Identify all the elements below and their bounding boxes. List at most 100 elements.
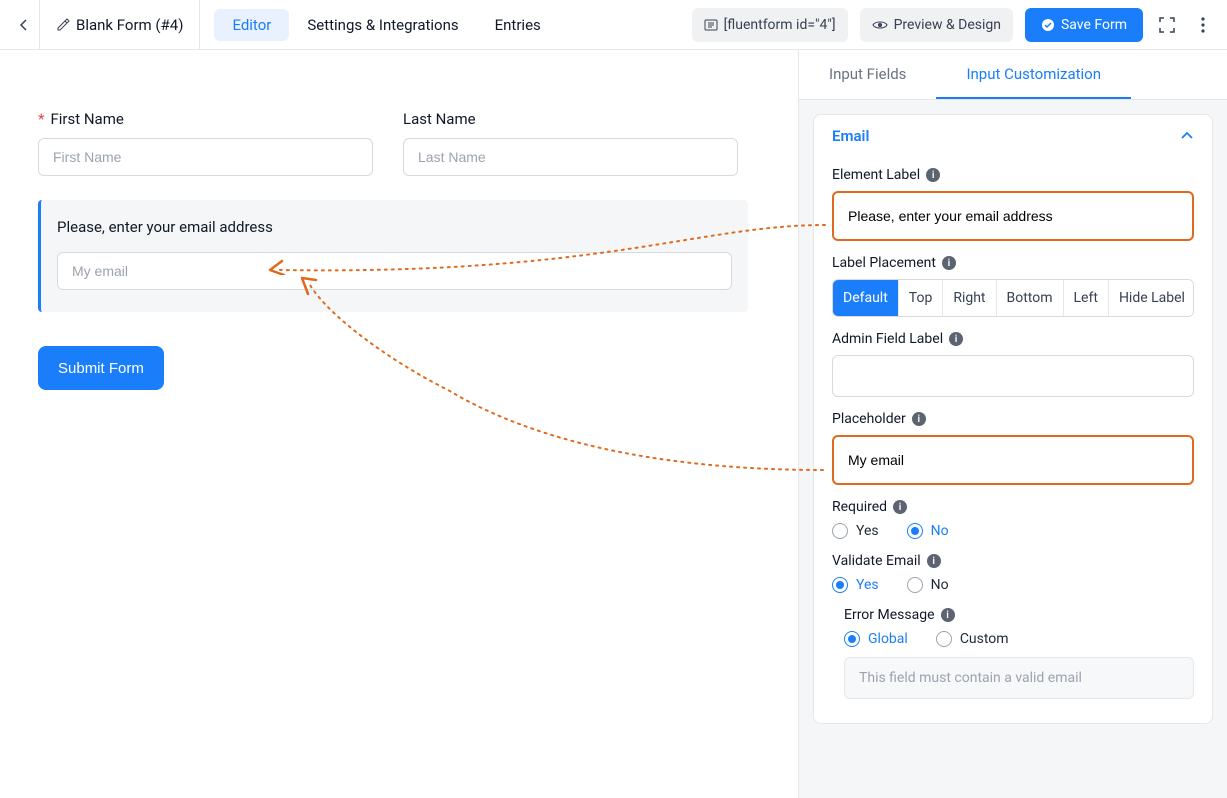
required-no-label: No (931, 523, 949, 539)
tab-input-fields[interactable]: Input Fields (799, 50, 936, 99)
label-placement-segments: Default Top Right Bottom Left Hide Label (832, 279, 1194, 317)
radio-icon (844, 631, 860, 647)
dots-vertical-icon (1201, 17, 1205, 33)
info-icon[interactable]: i (912, 412, 926, 426)
error-message-text: This field must contain a valid email (844, 657, 1194, 699)
placeholder-title: Placeholder (832, 411, 906, 427)
validate-yes[interactable]: Yes (832, 577, 879, 593)
group-placeholder: Placeholder i (832, 411, 1194, 485)
tab-input-customization[interactable]: Input Customization (936, 50, 1131, 99)
sidebar: Input Fields Input Customization Email E… (799, 50, 1227, 798)
error-global-label: Global (868, 631, 908, 647)
expand-icon (1158, 16, 1176, 34)
validate-title-wrap: Validate Email i (832, 553, 1194, 569)
shortcode-icon (704, 18, 718, 32)
preview-label: Preview & Design (894, 17, 1001, 33)
info-icon[interactable]: i (926, 168, 940, 182)
placeholder-title-wrap: Placeholder i (832, 411, 1194, 427)
sidebar-tabs: Input Fields Input Customization (799, 50, 1227, 100)
preview-button[interactable]: Preview & Design (860, 8, 1013, 42)
submit-button[interactable]: Submit Form (38, 346, 164, 390)
chevron-up-icon (1180, 131, 1194, 141)
required-radio-row: Yes No (832, 523, 1194, 539)
radio-icon (832, 577, 848, 593)
first-name-field: *First Name (38, 110, 373, 176)
form-canvas: *First Name Last Name Please, enter your… (0, 50, 799, 798)
radio-icon (907, 523, 923, 539)
radio-icon (832, 523, 848, 539)
top-tabs: Editor Settings & Integrations Entries (214, 0, 558, 49)
info-icon[interactable]: i (949, 332, 963, 346)
element-label-input[interactable] (832, 191, 1194, 241)
tab-settings[interactable]: Settings & Integrations (289, 9, 476, 41)
topbar: Blank Form (#4) Editor Settings & Integr… (0, 0, 1227, 50)
label-placement-title: Label Placement (832, 255, 936, 271)
required-title: Required (832, 499, 887, 515)
shortcode-text: [fluentform id="4"] (724, 17, 836, 33)
tab-editor[interactable]: Editor (214, 9, 289, 41)
last-name-input[interactable] (403, 138, 738, 176)
first-name-label: First Name (50, 110, 123, 128)
required-no[interactable]: No (907, 523, 949, 539)
last-name-field: Last Name (403, 110, 738, 176)
validate-title: Validate Email (832, 553, 921, 569)
save-label: Save Form (1061, 17, 1127, 33)
seg-hide[interactable]: Hide Label (1109, 280, 1194, 316)
top-right-actions: [fluentform id="4"] Preview & Design Sav… (692, 8, 1219, 42)
group-validate-email: Validate Email i Yes No (832, 553, 1194, 593)
seg-right[interactable]: Right (943, 280, 996, 316)
error-custom-label: Custom (960, 631, 1009, 647)
seg-default[interactable]: Default (833, 280, 899, 316)
form-title-wrap: Blank Form (#4) (40, 0, 200, 49)
form-title[interactable]: Blank Form (#4) (76, 16, 183, 34)
required-yes[interactable]: Yes (832, 523, 879, 539)
info-icon[interactable]: i (941, 608, 955, 622)
selected-email-block[interactable]: Please, enter your email address (38, 200, 748, 312)
error-radio-row: Global Custom (844, 631, 1194, 647)
email-input[interactable] (57, 252, 732, 290)
name-row: *First Name Last Name (38, 110, 738, 176)
error-title: Error Message (844, 607, 935, 623)
admin-label-title-wrap: Admin Field Label i (832, 331, 1194, 347)
shortcode-pill[interactable]: [fluentform id="4"] (692, 8, 848, 42)
error-title-wrap: Error Message i (844, 607, 1194, 623)
error-custom[interactable]: Custom (936, 631, 1009, 647)
label-placement-title-wrap: Label Placement i (832, 255, 1194, 271)
info-icon[interactable]: i (927, 554, 941, 568)
more-button[interactable] (1191, 13, 1215, 37)
check-circle-icon (1041, 18, 1055, 32)
info-icon[interactable]: i (893, 500, 907, 514)
pencil-icon (56, 18, 70, 32)
validate-no[interactable]: No (907, 577, 949, 593)
validate-yes-label: Yes (856, 577, 879, 593)
last-name-label: Last Name (403, 110, 738, 128)
element-label-title: Element Label (832, 167, 920, 183)
first-name-label-wrap: *First Name (38, 110, 373, 128)
group-element-label: Element Label i (832, 167, 1194, 241)
card-header[interactable]: Email (814, 115, 1212, 157)
placeholder-input[interactable] (832, 435, 1194, 485)
expand-button[interactable] (1155, 13, 1179, 37)
card-body: Element Label i Label Placement i Defaul… (814, 157, 1212, 723)
validate-no-label: No (931, 577, 949, 593)
sidebar-body: Email Element Label i Label Placement (799, 100, 1227, 798)
required-yes-label: Yes (856, 523, 879, 539)
radio-icon (907, 577, 923, 593)
info-icon[interactable]: i (942, 256, 956, 270)
back-button[interactable] (8, 0, 40, 50)
group-error-message: Error Message i Global Custom (844, 607, 1194, 699)
card-title: Email (832, 127, 869, 145)
radio-icon (936, 631, 952, 647)
tab-entries[interactable]: Entries (477, 9, 559, 41)
save-button[interactable]: Save Form (1025, 8, 1143, 42)
seg-top[interactable]: Top (899, 280, 944, 316)
group-required: Required i Yes No (832, 499, 1194, 539)
element-label-title-wrap: Element Label i (832, 167, 1194, 183)
validate-radio-row: Yes No (832, 577, 1194, 593)
error-global[interactable]: Global (844, 631, 908, 647)
chevron-left-icon (18, 19, 30, 31)
admin-label-input[interactable] (832, 355, 1194, 397)
seg-bottom[interactable]: Bottom (997, 280, 1064, 316)
first-name-input[interactable] (38, 138, 373, 176)
seg-left[interactable]: Left (1064, 280, 1109, 316)
